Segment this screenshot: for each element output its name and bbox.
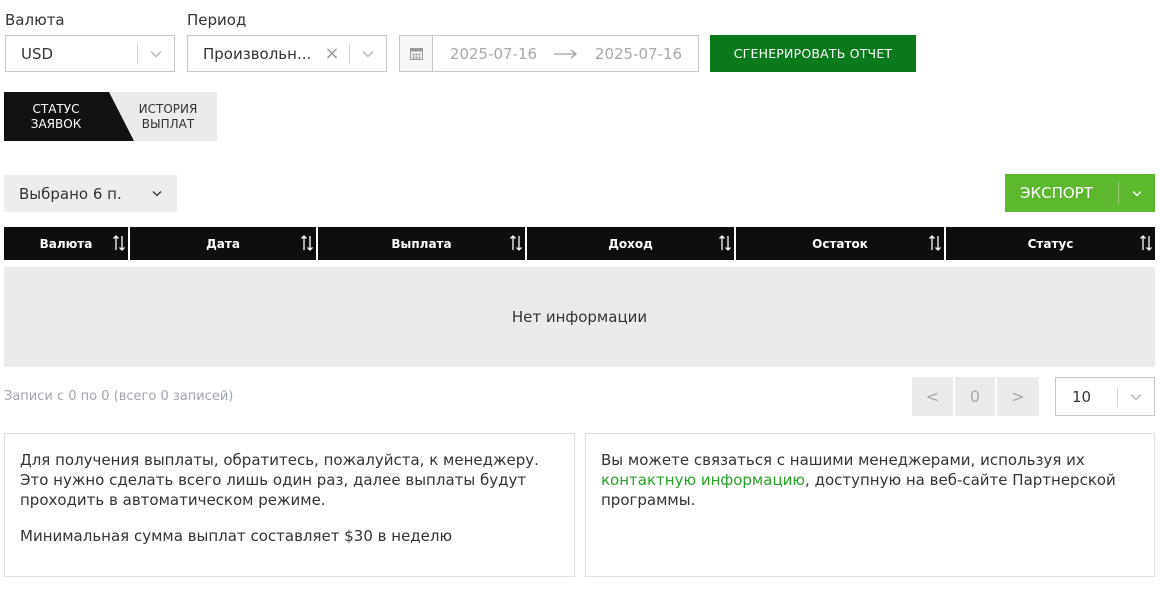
period-value: Произвольн... (203, 44, 312, 63)
currency-value: USD (21, 44, 54, 63)
column-title: Выплата (391, 236, 452, 251)
tab-label-line: ИСТОРИЯ (138, 102, 198, 116)
contact-info-link[interactable]: контактную информацию (601, 471, 805, 489)
minimum-payout-text: Минимальная сумма выплат составляет $30 … (20, 527, 453, 545)
column-header-balance[interactable]: Остаток (736, 227, 944, 260)
payout-info-panel: Для получения выплаты, обратитесь, пожал… (4, 433, 575, 577)
column-header-income[interactable]: Доход (527, 227, 734, 260)
generate-report-button[interactable]: СГЕНЕРИРОВАТЬ ОТЧЕТ (710, 35, 916, 72)
export-button[interactable]: ЭКСПОРТ (1005, 174, 1155, 212)
sort-icon[interactable] (301, 235, 313, 254)
empty-table-message: Нет информации (4, 267, 1155, 367)
period-label: Период (187, 11, 247, 29)
currency-select[interactable]: USD (5, 35, 175, 72)
table-header: Валюта Дата Выплата Доход Остаток Статус (4, 227, 1155, 260)
sort-icon[interactable] (1140, 235, 1152, 254)
chevron-down-icon[interactable] (138, 36, 174, 71)
tab-label-line: ЗАЯВОК (30, 117, 82, 131)
current-page[interactable]: 0 (955, 377, 995, 416)
page-size-select[interactable]: 10 (1055, 377, 1155, 416)
chevron-down-icon[interactable] (350, 36, 386, 71)
chevron-down-icon[interactable] (1119, 190, 1155, 197)
column-header-status[interactable]: Статус (946, 227, 1155, 260)
currency-label: Валюта (5, 11, 65, 29)
tab-label-line: СТАТУС (32, 102, 80, 116)
records-info: Записи с 0 по 0 (всего 0 записей) (4, 389, 234, 404)
contact-info-panel: Вы можете связаться с нашими менеджерами… (585, 433, 1155, 577)
period-select[interactable]: Произвольн... × (187, 35, 387, 72)
contact-text: Вы можете связаться с нашими менеджерами… (601, 450, 1139, 510)
chevron-down-icon[interactable] (137, 190, 177, 197)
sort-icon[interactable] (929, 235, 941, 254)
column-header-currency[interactable]: Валюта (4, 227, 128, 260)
report-tabs: СТАТУС ЗАЯВОК ИСТОРИЯ ВЫПЛАТ (4, 92, 217, 141)
export-label: ЭКСПОРТ (1020, 184, 1093, 202)
column-header-date[interactable]: Дата (130, 227, 316, 260)
chevron-down-icon[interactable] (1118, 378, 1154, 415)
payout-instructions: Для получения выплаты, обратитесь, пожал… (20, 451, 539, 509)
contact-text-start: Вы можете связаться с нашими менеджерами… (601, 451, 1085, 469)
column-title: Доход (608, 236, 653, 251)
columns-select[interactable]: Выбрано 6 п. (4, 175, 177, 212)
column-header-payout[interactable]: Выплата (318, 227, 525, 260)
page-size-value: 10 (1072, 387, 1092, 406)
next-page-button[interactable]: > (997, 377, 1039, 416)
tab-request-status-label[interactable]: СТАТУС ЗАЯВОК (26, 102, 86, 132)
column-title: Валюта (39, 236, 93, 251)
sort-icon[interactable] (113, 235, 125, 254)
tab-payout-history[interactable]: ИСТОРИЯ ВЫПЛАТ (128, 102, 208, 132)
date-range-picker[interactable]: 2025-07-16 2025-07-16 (399, 35, 699, 72)
date-from-input[interactable]: 2025-07-16 (441, 45, 546, 63)
column-title: Статус (1027, 236, 1074, 251)
clear-icon[interactable]: × (321, 44, 343, 63)
date-to-input[interactable]: 2025-07-16 (586, 45, 691, 63)
calendar-icon[interactable] (400, 36, 433, 71)
column-title: Дата (206, 236, 240, 251)
tab-label-line: ВЫПЛАТ (141, 117, 195, 131)
sort-icon[interactable] (719, 235, 731, 254)
arrow-right-icon (546, 48, 586, 59)
sort-icon[interactable] (510, 235, 522, 254)
column-title: Остаток (812, 236, 868, 251)
prev-page-button[interactable]: < (912, 377, 953, 416)
columns-selected-label: Выбрано 6 п. (19, 184, 122, 203)
